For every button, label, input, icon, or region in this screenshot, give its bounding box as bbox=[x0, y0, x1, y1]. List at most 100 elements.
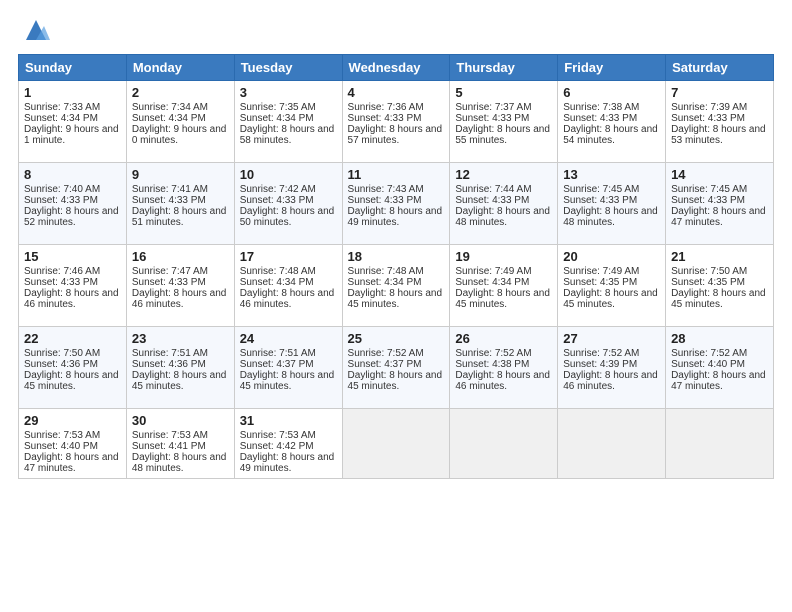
calendar-cell: 1Sunrise: 7:33 AMSunset: 4:34 PMDaylight… bbox=[19, 81, 127, 163]
sunset-text: Sunset: 4:34 PM bbox=[240, 113, 314, 124]
daylight-text: Daylight: 8 hours and 45 minutes. bbox=[132, 370, 227, 392]
daylight-text: Daylight: 8 hours and 49 minutes. bbox=[348, 206, 443, 228]
sunrise-text: Sunrise: 7:39 AM bbox=[671, 102, 747, 113]
daylight-text: Daylight: 8 hours and 46 minutes. bbox=[240, 288, 335, 310]
daylight-text: Daylight: 9 hours and 0 minutes. bbox=[132, 124, 227, 146]
sunrise-text: Sunrise: 7:42 AM bbox=[240, 184, 316, 195]
sunset-text: Sunset: 4:42 PM bbox=[240, 441, 314, 452]
sunrise-text: Sunrise: 7:49 AM bbox=[455, 266, 531, 277]
calendar-cell: 23Sunrise: 7:51 AMSunset: 4:36 PMDayligh… bbox=[126, 327, 234, 409]
calendar-day-header: Tuesday bbox=[234, 55, 342, 81]
day-number: 2 bbox=[132, 85, 229, 100]
calendar-cell: 12Sunrise: 7:44 AMSunset: 4:33 PMDayligh… bbox=[450, 163, 558, 245]
sunrise-text: Sunrise: 7:47 AM bbox=[132, 266, 208, 277]
calendar-cell: 2Sunrise: 7:34 AMSunset: 4:34 PMDaylight… bbox=[126, 81, 234, 163]
daylight-text: Daylight: 9 hours and 1 minute. bbox=[24, 124, 119, 146]
sunset-text: Sunset: 4:33 PM bbox=[563, 195, 637, 206]
daylight-text: Daylight: 8 hours and 58 minutes. bbox=[240, 124, 335, 146]
day-number: 8 bbox=[24, 167, 121, 182]
sunrise-text: Sunrise: 7:33 AM bbox=[24, 102, 100, 113]
day-number: 22 bbox=[24, 331, 121, 346]
calendar-cell: 11Sunrise: 7:43 AMSunset: 4:33 PMDayligh… bbox=[342, 163, 450, 245]
day-number: 21 bbox=[671, 249, 768, 264]
daylight-text: Daylight: 8 hours and 48 minutes. bbox=[455, 206, 550, 228]
day-number: 14 bbox=[671, 167, 768, 182]
sunset-text: Sunset: 4:34 PM bbox=[455, 277, 529, 288]
calendar-cell: 20Sunrise: 7:49 AMSunset: 4:35 PMDayligh… bbox=[558, 245, 666, 327]
calendar-cell: 29Sunrise: 7:53 AMSunset: 4:40 PMDayligh… bbox=[19, 409, 127, 479]
calendar-cell: 17Sunrise: 7:48 AMSunset: 4:34 PMDayligh… bbox=[234, 245, 342, 327]
calendar-cell: 16Sunrise: 7:47 AMSunset: 4:33 PMDayligh… bbox=[126, 245, 234, 327]
calendar-cell: 4Sunrise: 7:36 AMSunset: 4:33 PMDaylight… bbox=[342, 81, 450, 163]
daylight-text: Daylight: 8 hours and 48 minutes. bbox=[132, 452, 227, 474]
calendar-header-row: SundayMondayTuesdayWednesdayThursdayFrid… bbox=[19, 55, 774, 81]
sunset-text: Sunset: 4:35 PM bbox=[671, 277, 745, 288]
calendar-cell bbox=[450, 409, 558, 479]
day-number: 28 bbox=[671, 331, 768, 346]
daylight-text: Daylight: 8 hours and 45 minutes. bbox=[563, 288, 658, 310]
daylight-text: Daylight: 8 hours and 45 minutes. bbox=[348, 370, 443, 392]
daylight-text: Daylight: 8 hours and 47 minutes. bbox=[671, 370, 766, 392]
sunrise-text: Sunrise: 7:52 AM bbox=[671, 348, 747, 359]
logo bbox=[18, 16, 50, 44]
calendar-cell: 8Sunrise: 7:40 AMSunset: 4:33 PMDaylight… bbox=[19, 163, 127, 245]
day-number: 31 bbox=[240, 413, 337, 428]
sunrise-text: Sunrise: 7:50 AM bbox=[671, 266, 747, 277]
sunrise-text: Sunrise: 7:52 AM bbox=[455, 348, 531, 359]
sunrise-text: Sunrise: 7:52 AM bbox=[348, 348, 424, 359]
calendar-cell: 26Sunrise: 7:52 AMSunset: 4:38 PMDayligh… bbox=[450, 327, 558, 409]
sunset-text: Sunset: 4:33 PM bbox=[24, 277, 98, 288]
daylight-text: Daylight: 8 hours and 54 minutes. bbox=[563, 124, 658, 146]
day-number: 18 bbox=[348, 249, 445, 264]
sunrise-text: Sunrise: 7:53 AM bbox=[132, 430, 208, 441]
daylight-text: Daylight: 8 hours and 46 minutes. bbox=[24, 288, 119, 310]
day-number: 15 bbox=[24, 249, 121, 264]
daylight-text: Daylight: 8 hours and 47 minutes. bbox=[671, 206, 766, 228]
daylight-text: Daylight: 8 hours and 48 minutes. bbox=[563, 206, 658, 228]
calendar-day-header: Sunday bbox=[19, 55, 127, 81]
calendar-cell: 9Sunrise: 7:41 AMSunset: 4:33 PMDaylight… bbox=[126, 163, 234, 245]
calendar-cell: 7Sunrise: 7:39 AMSunset: 4:33 PMDaylight… bbox=[666, 81, 774, 163]
day-number: 10 bbox=[240, 167, 337, 182]
daylight-text: Daylight: 8 hours and 45 minutes. bbox=[671, 288, 766, 310]
day-number: 3 bbox=[240, 85, 337, 100]
daylight-text: Daylight: 8 hours and 46 minutes. bbox=[563, 370, 658, 392]
day-number: 6 bbox=[563, 85, 660, 100]
sunrise-text: Sunrise: 7:35 AM bbox=[240, 102, 316, 113]
sunset-text: Sunset: 4:33 PM bbox=[563, 113, 637, 124]
calendar-cell: 3 Sunrise: 7:35 AMSunset: 4:34 PMDaylight… bbox=[234, 81, 342, 163]
daylight-text: Daylight: 8 hours and 45 minutes. bbox=[240, 370, 335, 392]
sunset-text: Sunset: 4:34 PM bbox=[240, 277, 314, 288]
sunrise-text: Sunrise: 7:52 AM bbox=[563, 348, 639, 359]
sunrise-text: Sunrise: 7:37 AM bbox=[455, 102, 531, 113]
calendar-cell: 19 Sunrise: 7:49 AMSunset: 4:34 PMDayligh… bbox=[450, 245, 558, 327]
sunrise-text: Sunrise: 7:44 AM bbox=[455, 184, 531, 195]
daylight-text: Daylight: 8 hours and 45 minutes. bbox=[348, 288, 443, 310]
daylight-text: Daylight: 8 hours and 46 minutes. bbox=[132, 288, 227, 310]
day-number: 19 bbox=[455, 249, 552, 264]
sunset-text: Sunset: 4:33 PM bbox=[348, 113, 422, 124]
sunrise-text: Sunrise: 7:34 AM bbox=[132, 102, 208, 113]
sunset-text: Sunset: 4:35 PM bbox=[563, 277, 637, 288]
header bbox=[18, 16, 774, 44]
sunrise-text: Sunrise: 7:51 AM bbox=[240, 348, 316, 359]
sunset-text: Sunset: 4:34 PM bbox=[348, 277, 422, 288]
calendar-day-header: Thursday bbox=[450, 55, 558, 81]
daylight-text: Daylight: 8 hours and 45 minutes. bbox=[455, 288, 550, 310]
sunrise-text: Sunrise: 7:45 AM bbox=[563, 184, 639, 195]
calendar-day-header: Saturday bbox=[666, 55, 774, 81]
calendar-cell: 6Sunrise: 7:38 AMSunset: 4:33 PMDaylight… bbox=[558, 81, 666, 163]
day-number: 24 bbox=[240, 331, 337, 346]
calendar-cell: 28Sunrise: 7:52 AMSunset: 4:40 PMDayligh… bbox=[666, 327, 774, 409]
calendar-cell bbox=[666, 409, 774, 479]
sunset-text: Sunset: 4:37 PM bbox=[240, 359, 314, 370]
day-number: 9 bbox=[132, 167, 229, 182]
sunrise-text: Sunrise: 7:51 AM bbox=[132, 348, 208, 359]
calendar-cell: 25Sunrise: 7:52 AMSunset: 4:37 PMDayligh… bbox=[342, 327, 450, 409]
sunset-text: Sunset: 4:33 PM bbox=[240, 195, 314, 206]
day-number: 1 bbox=[24, 85, 121, 100]
sunrise-text: Sunrise: 7:50 AM bbox=[24, 348, 100, 359]
calendar-cell: 10Sunrise: 7:42 AMSunset: 4:33 PMDayligh… bbox=[234, 163, 342, 245]
day-number: 13 bbox=[563, 167, 660, 182]
day-number: 4 bbox=[348, 85, 445, 100]
